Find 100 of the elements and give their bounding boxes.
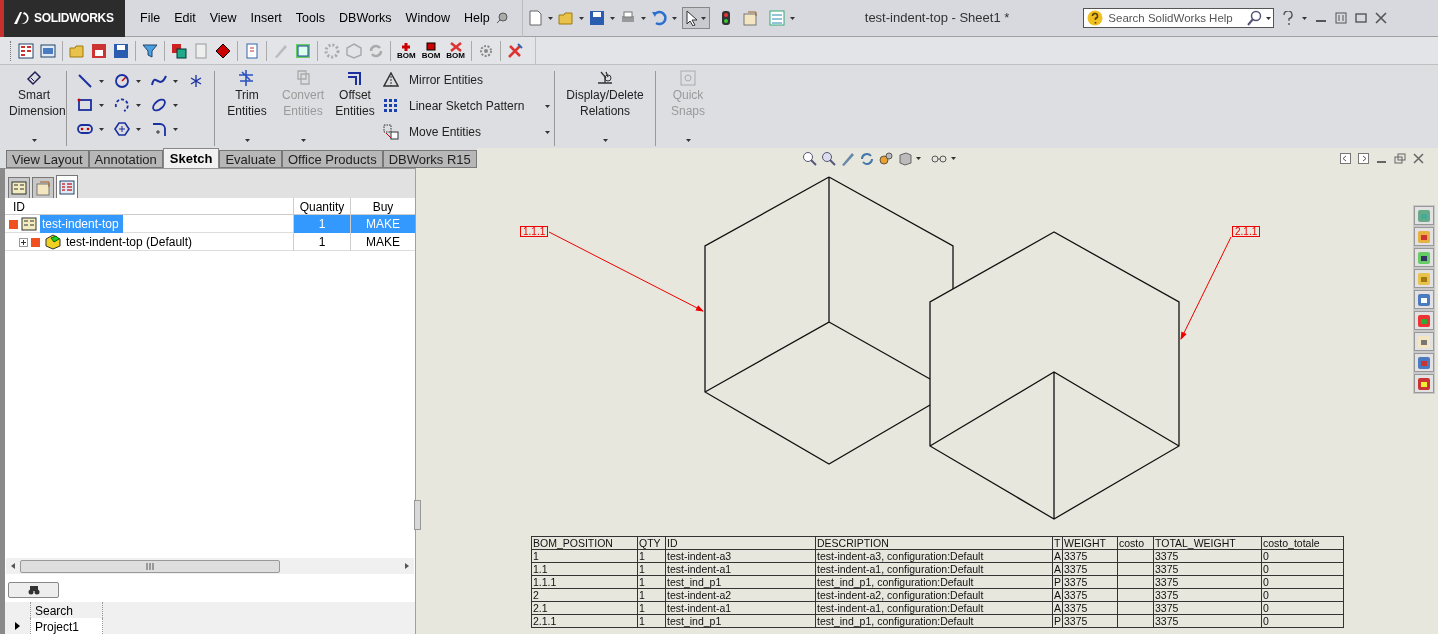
table-cell: test_ind_p1 [665, 614, 816, 628]
horizontal-scrollbar[interactable] [6, 558, 414, 574]
caret-icon[interactable] [136, 79, 141, 83]
caret-icon [300, 139, 306, 142]
menu-item[interactable]: Insert [250, 8, 282, 28]
line-icon[interactable] [77, 73, 93, 89]
pin-icon[interactable] [495, 12, 508, 24]
column-header[interactable]: ID [5, 198, 293, 216]
menu-item[interactable]: Edit [174, 8, 196, 28]
save-icon[interactable] [91, 42, 107, 59]
funnel-icon[interactable] [142, 42, 158, 59]
close-icon[interactable] [1375, 12, 1388, 24]
tab[interactable]: Evaluate [219, 150, 282, 168]
checklist-icon[interactable] [768, 10, 785, 26]
menu-item[interactable]: File [140, 8, 161, 28]
caret-icon[interactable] [545, 130, 550, 134]
refresh-icon[interactable] [858, 150, 874, 166]
menu-item[interactable]: DBWorks [339, 8, 392, 28]
tile-icon[interactable] [1335, 12, 1348, 24]
fillet-icon[interactable] [151, 121, 167, 137]
caret-icon[interactable] [915, 156, 921, 160]
tab[interactable]: Sketch [162, 148, 220, 168]
caret-icon[interactable] [99, 127, 104, 131]
slot-icon[interactable] [77, 121, 93, 137]
caret-icon[interactable] [173, 79, 178, 83]
diamond-icon[interactable] [215, 42, 231, 59]
glasses-icon[interactable] [930, 152, 947, 164]
command-button[interactable]: Move Entities [383, 123, 543, 141]
expand-icon[interactable] [19, 237, 28, 247]
caret-icon[interactable] [671, 16, 677, 20]
find-button[interactable] [8, 582, 59, 598]
command-button[interactable]: Offset Entities [331, 69, 379, 148]
panel-tab[interactable] [8, 177, 30, 198]
tab[interactable]: Office Products [282, 150, 383, 168]
save-icon[interactable] [113, 42, 129, 59]
bom-button[interactable]: BOM [421, 41, 441, 60]
tab[interactable]: DBWorks R15 [382, 150, 477, 168]
zoom-fit-icon[interactable] [801, 150, 817, 166]
task-pane-tab[interactable] [1414, 290, 1434, 309]
caret-icon[interactable] [136, 127, 141, 131]
task-pane-tab[interactable] [1414, 353, 1434, 372]
panel-tab[interactable] [32, 177, 54, 198]
panel-tab[interactable] [56, 175, 78, 198]
gear-icon[interactable] [478, 42, 494, 59]
caret-icon[interactable] [173, 127, 178, 131]
command-button[interactable]: Trim Entities [219, 69, 275, 148]
caret-icon[interactable] [950, 156, 956, 160]
caret-icon[interactable] [545, 104, 550, 108]
help-search-field[interactable]: Search SolidWorks Help [1083, 8, 1275, 28]
caret-icon[interactable] [1302, 16, 1308, 20]
zoom-area-icon[interactable] [820, 150, 836, 166]
caret-icon[interactable] [578, 16, 584, 20]
caret-icon[interactable] [99, 103, 104, 107]
select-button[interactable] [681, 7, 710, 29]
caret-icon[interactable] [136, 103, 141, 107]
arc-icon[interactable] [114, 97, 130, 113]
asterisk-icon[interactable] [188, 73, 204, 89]
list-item[interactable]: Project1 [30, 618, 103, 634]
square-icon [31, 237, 40, 247]
save-icon[interactable] [588, 10, 605, 26]
task-pane-tab[interactable] [1414, 374, 1434, 393]
caret-icon[interactable] [173, 103, 178, 107]
task-pane-tab[interactable] [1414, 227, 1434, 246]
window-icon[interactable] [40, 42, 56, 59]
maximize-icon[interactable] [1355, 12, 1368, 24]
squares-icon[interactable] [171, 42, 187, 59]
tab[interactable]: Annotation [88, 150, 163, 168]
menu-item[interactable]: View [209, 8, 237, 28]
command-button[interactable]: Display/Delete Relations [559, 69, 651, 148]
restore-icon[interactable] [1394, 152, 1406, 164]
command-button[interactable]: Mirror Entities [383, 71, 543, 89]
tab[interactable]: View Layout [6, 150, 89, 168]
frame-icon[interactable] [295, 42, 311, 59]
menu-item[interactable]: Tools [295, 8, 326, 28]
splitter-handle[interactable] [414, 500, 421, 530]
tree-cell[interactable]: test-indent-top (Default) [64, 233, 197, 251]
pane-right-icon[interactable] [1358, 152, 1369, 164]
tools-icon[interactable] [507, 42, 523, 59]
command-button[interactable]: Linear Sketch Pattern [383, 97, 543, 115]
task-pane-tab[interactable] [1414, 248, 1434, 267]
target-icon [679, 69, 697, 87]
ellipse-icon[interactable] [151, 97, 167, 113]
menu-item[interactable]: Help [464, 8, 490, 28]
rectangle-icon[interactable] [77, 97, 93, 113]
caret-icon[interactable] [99, 79, 104, 83]
circle-icon[interactable] [114, 73, 130, 89]
close-icon[interactable] [1413, 152, 1424, 164]
caret-icon[interactable] [547, 16, 553, 20]
menu-item[interactable]: Window [405, 8, 451, 28]
caret-icon[interactable] [789, 16, 795, 20]
scrollbar-thumb[interactable] [20, 559, 280, 573]
pencil-icon[interactable] [839, 150, 855, 166]
hexagon-icon[interactable] [114, 121, 130, 137]
caret-icon[interactable] [609, 16, 615, 20]
pane-left-icon[interactable] [1340, 152, 1351, 164]
bom-button[interactable]: BOM [397, 41, 416, 60]
caret-icon[interactable] [640, 16, 646, 20]
help-icon[interactable] [1282, 11, 1295, 25]
grid-icon[interactable] [18, 42, 34, 59]
bom-button[interactable]: BOM [446, 41, 465, 60]
